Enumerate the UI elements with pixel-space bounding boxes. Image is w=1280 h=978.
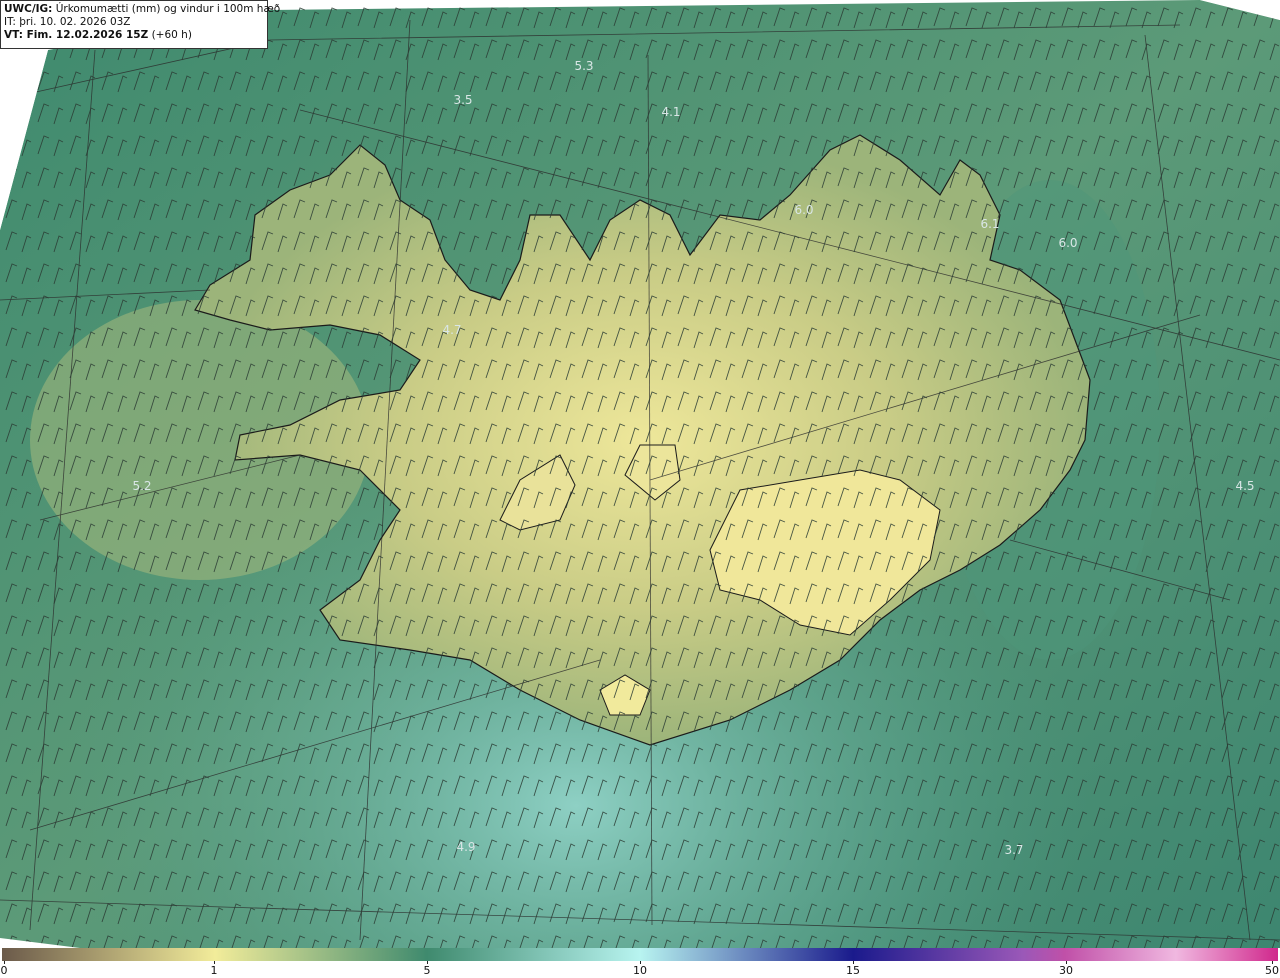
map-value-label: 3.5 [453, 93, 473, 107]
title-row: UWC/IG: Úrkomumætti (mm) og vindur i 100… [4, 3, 280, 16]
colorbar-tick-label: 5 [423, 964, 431, 977]
colorbar-strip [2, 948, 1278, 961]
valid-offset: (+60 h) [151, 29, 192, 41]
colorbar-tick-label: 30 [1059, 964, 1073, 977]
info-box: UWC/IG: Úrkomumætti (mm) og vindur i 100… [0, 0, 280, 49]
map-area[interactable]: 5.3 3.5 4.1 6.0 6.1 6.0 4.7 5.2 4.5 4.9 3.7 UWC/IG… [0, 0, 1280, 948]
map-value-label: 3.7 [1004, 843, 1024, 857]
colorbar: 0 1 5 10 15 30 50 [0, 948, 1280, 978]
precipitation-map [0, 0, 1280, 948]
map-value-label: 6.0 [794, 203, 814, 217]
valid-time-row: VT: Fim. 12.02.2026 15Z (+60 h) [4, 29, 264, 42]
model-label: UWC/IG: [4, 3, 53, 15]
map-value-label: 6.1 [980, 217, 1000, 231]
map-value-label: 6.0 [1058, 236, 1078, 250]
map-value-label: 5.3 [574, 59, 594, 73]
map-value-label: 4.7 [442, 323, 462, 337]
map-value-label: 4.1 [661, 105, 681, 119]
valid-time: VT: Fim. 12.02.2026 15Z [4, 29, 149, 41]
colorbar-tick-label: 10 [633, 964, 647, 977]
map-value-label: 4.5 [1235, 479, 1255, 493]
map-value-label: 5.2 [132, 479, 152, 493]
map-value-label: 4.9 [456, 840, 476, 854]
map-title: Úrkomumætti (mm) og vindur i 100m hæð [55, 3, 281, 15]
colorbar-tick-label: 15 [846, 964, 860, 977]
colorbar-tick-label: 0 [0, 964, 8, 977]
colorbar-tick-label: 1 [210, 964, 218, 977]
colorbar-tick-label: 50 [1265, 964, 1279, 977]
init-time: IT: þri. 10. 02. 2026 03Z [4, 16, 131, 28]
